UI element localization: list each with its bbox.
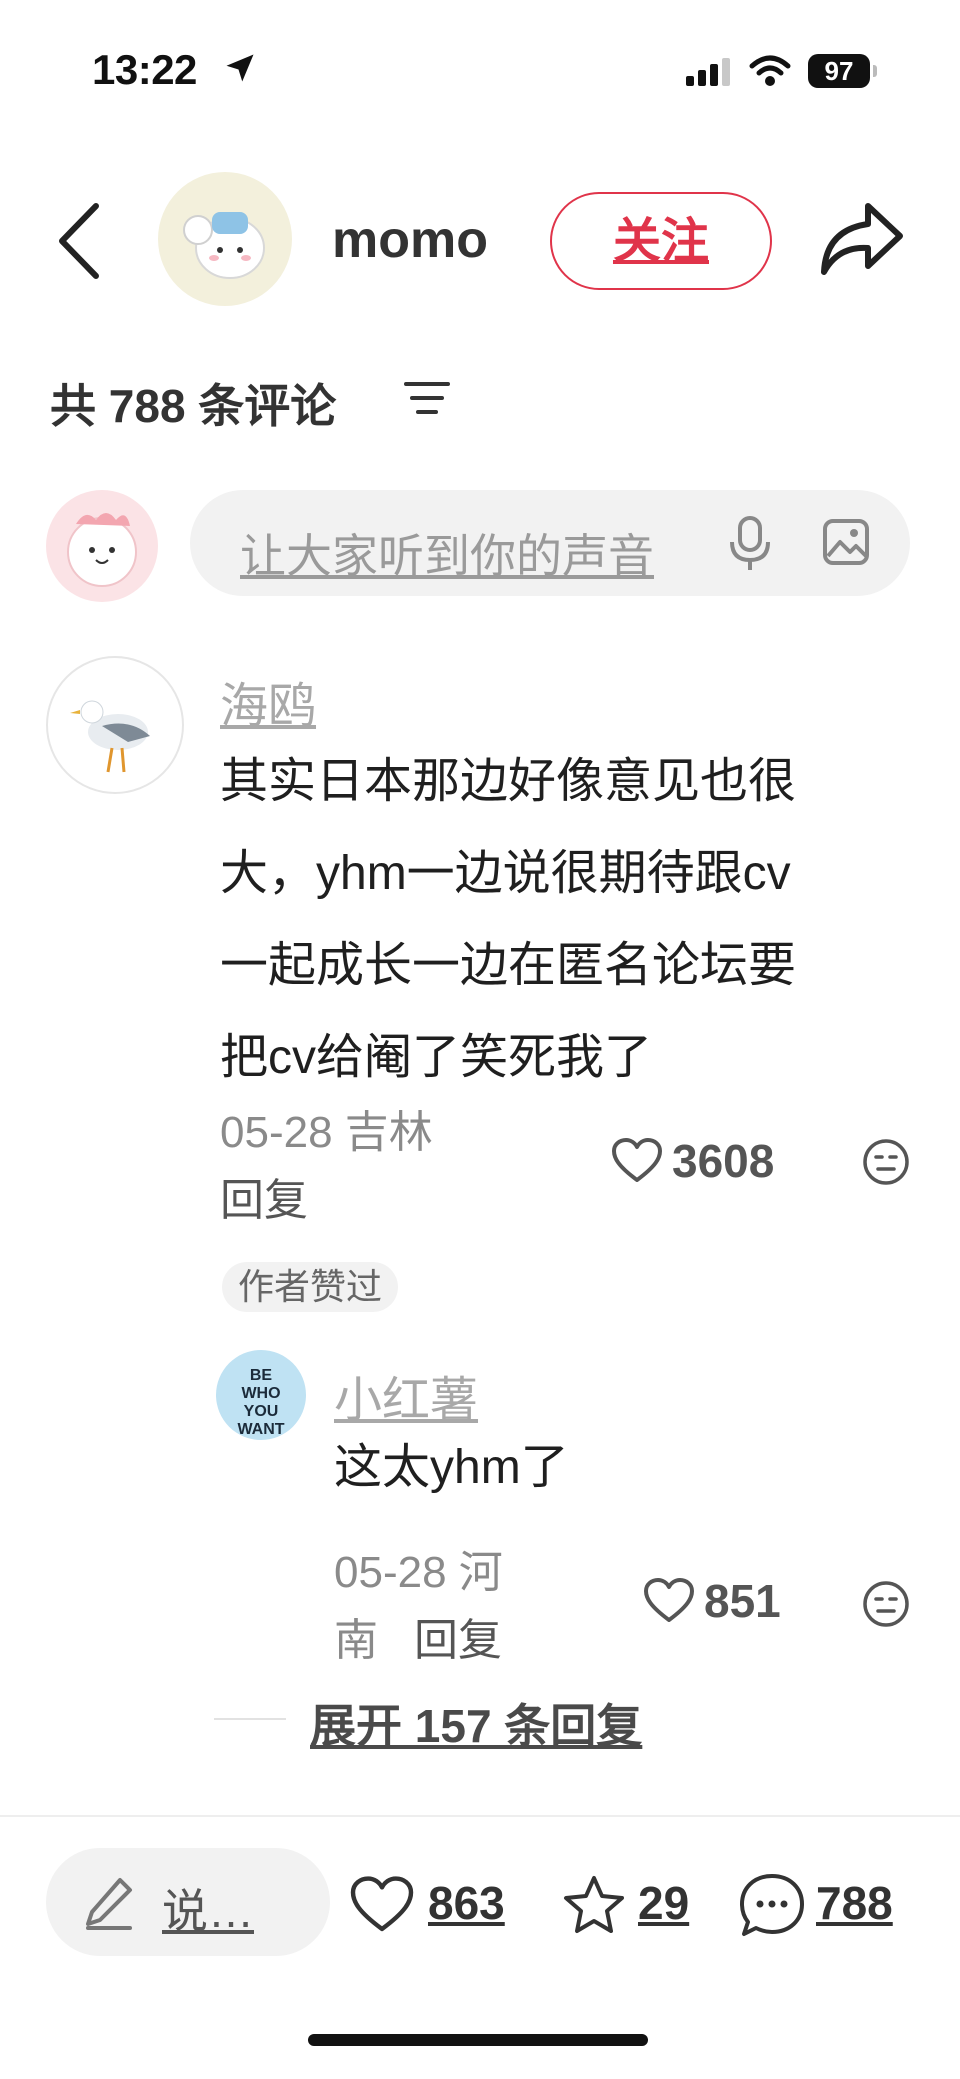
comment-line: 大，yhm一边说很期待跟cv bbox=[220, 847, 791, 900]
reply-body: 这太yhm了 bbox=[334, 1441, 569, 1494]
comment-line: 其实日本那边好像意见也很 bbox=[220, 755, 797, 808]
location-arrow-icon bbox=[226, 54, 254, 82]
emoji-icon[interactable] bbox=[862, 1580, 910, 1628]
svg-text:BE: BE bbox=[250, 1367, 273, 1384]
comment-username[interactable]: 海鸥 bbox=[220, 666, 316, 736]
comment-body: 其实日本那边好像意见也很 大，yhm一边说很期待跟cv 一起成长一边在匿名论坛要… bbox=[220, 736, 796, 1104]
like-count: 851 bbox=[704, 1575, 781, 1627]
svg-text:WHO: WHO bbox=[241, 1385, 280, 1402]
comment-meta: 05-28 吉林 bbox=[220, 1108, 433, 1157]
author-avatar[interactable] bbox=[158, 172, 292, 306]
seagull-avatar[interactable] bbox=[46, 656, 184, 794]
reply-meta-location: 南 bbox=[334, 1616, 378, 1665]
star-icon[interactable] bbox=[562, 1874, 626, 1936]
expand-divider bbox=[214, 1718, 286, 1720]
battery-indicator: 97 bbox=[808, 54, 877, 88]
back-icon[interactable] bbox=[52, 200, 108, 282]
wifi-icon bbox=[749, 55, 791, 86]
image-icon[interactable] bbox=[822, 518, 870, 566]
svg-text:WANT: WANT bbox=[237, 1421, 284, 1438]
reply-meta: 05-28 河 bbox=[334, 1548, 503, 1597]
pen-icon bbox=[86, 1878, 132, 1930]
reply-link[interactable]: 回复 bbox=[220, 1164, 308, 1228]
like-post-icon[interactable] bbox=[350, 1876, 414, 1934]
comment-line: 一起成长一边在匿名论坛要 bbox=[220, 939, 797, 992]
comment-line: 把cv给阉了笑死我了 bbox=[220, 1031, 653, 1084]
home-indicator[interactable] bbox=[308, 2034, 648, 2046]
say-input-label[interactable]: 说… bbox=[162, 1875, 254, 1941]
comment-count: 共 788 条评论 bbox=[50, 380, 337, 432]
author-liked-badge: 作者赞过 bbox=[222, 1262, 399, 1312]
post-star-count[interactable]: 29 bbox=[638, 1876, 689, 1930]
share-icon[interactable] bbox=[816, 196, 906, 280]
signal-icon bbox=[686, 58, 730, 86]
expand-replies-link[interactable]: 展开 157 条回复 bbox=[310, 1690, 642, 1756]
post-like-count[interactable]: 863 bbox=[428, 1876, 505, 1930]
post-comment-count[interactable]: 788 bbox=[816, 1876, 893, 1930]
comment-input-placeholder[interactable]: 让大家听到你的声音 bbox=[240, 520, 654, 586]
status-time: 13:22 bbox=[92, 46, 197, 93]
svg-text:YOU: YOU bbox=[244, 1403, 279, 1420]
mic-icon[interactable] bbox=[728, 516, 772, 572]
heart-icon[interactable] bbox=[644, 1578, 694, 1624]
filter-icon[interactable] bbox=[404, 378, 450, 418]
bottom-divider bbox=[0, 1815, 960, 1817]
like-count: 3608 bbox=[672, 1135, 775, 1187]
user-avatar[interactable] bbox=[46, 490, 158, 602]
chat-icon[interactable] bbox=[738, 1872, 806, 1938]
reply-username[interactable]: 小红薯 bbox=[334, 1360, 478, 1430]
heart-icon[interactable] bbox=[612, 1138, 662, 1184]
emoji-icon[interactable] bbox=[862, 1138, 910, 1186]
reply-avatar[interactable]: BE WHO YOU WANT bbox=[216, 1350, 306, 1440]
reply-link[interactable]: 回复 bbox=[414, 1604, 502, 1668]
author-name[interactable]: momo bbox=[332, 210, 488, 270]
follow-button[interactable]: 关注 bbox=[550, 192, 772, 290]
